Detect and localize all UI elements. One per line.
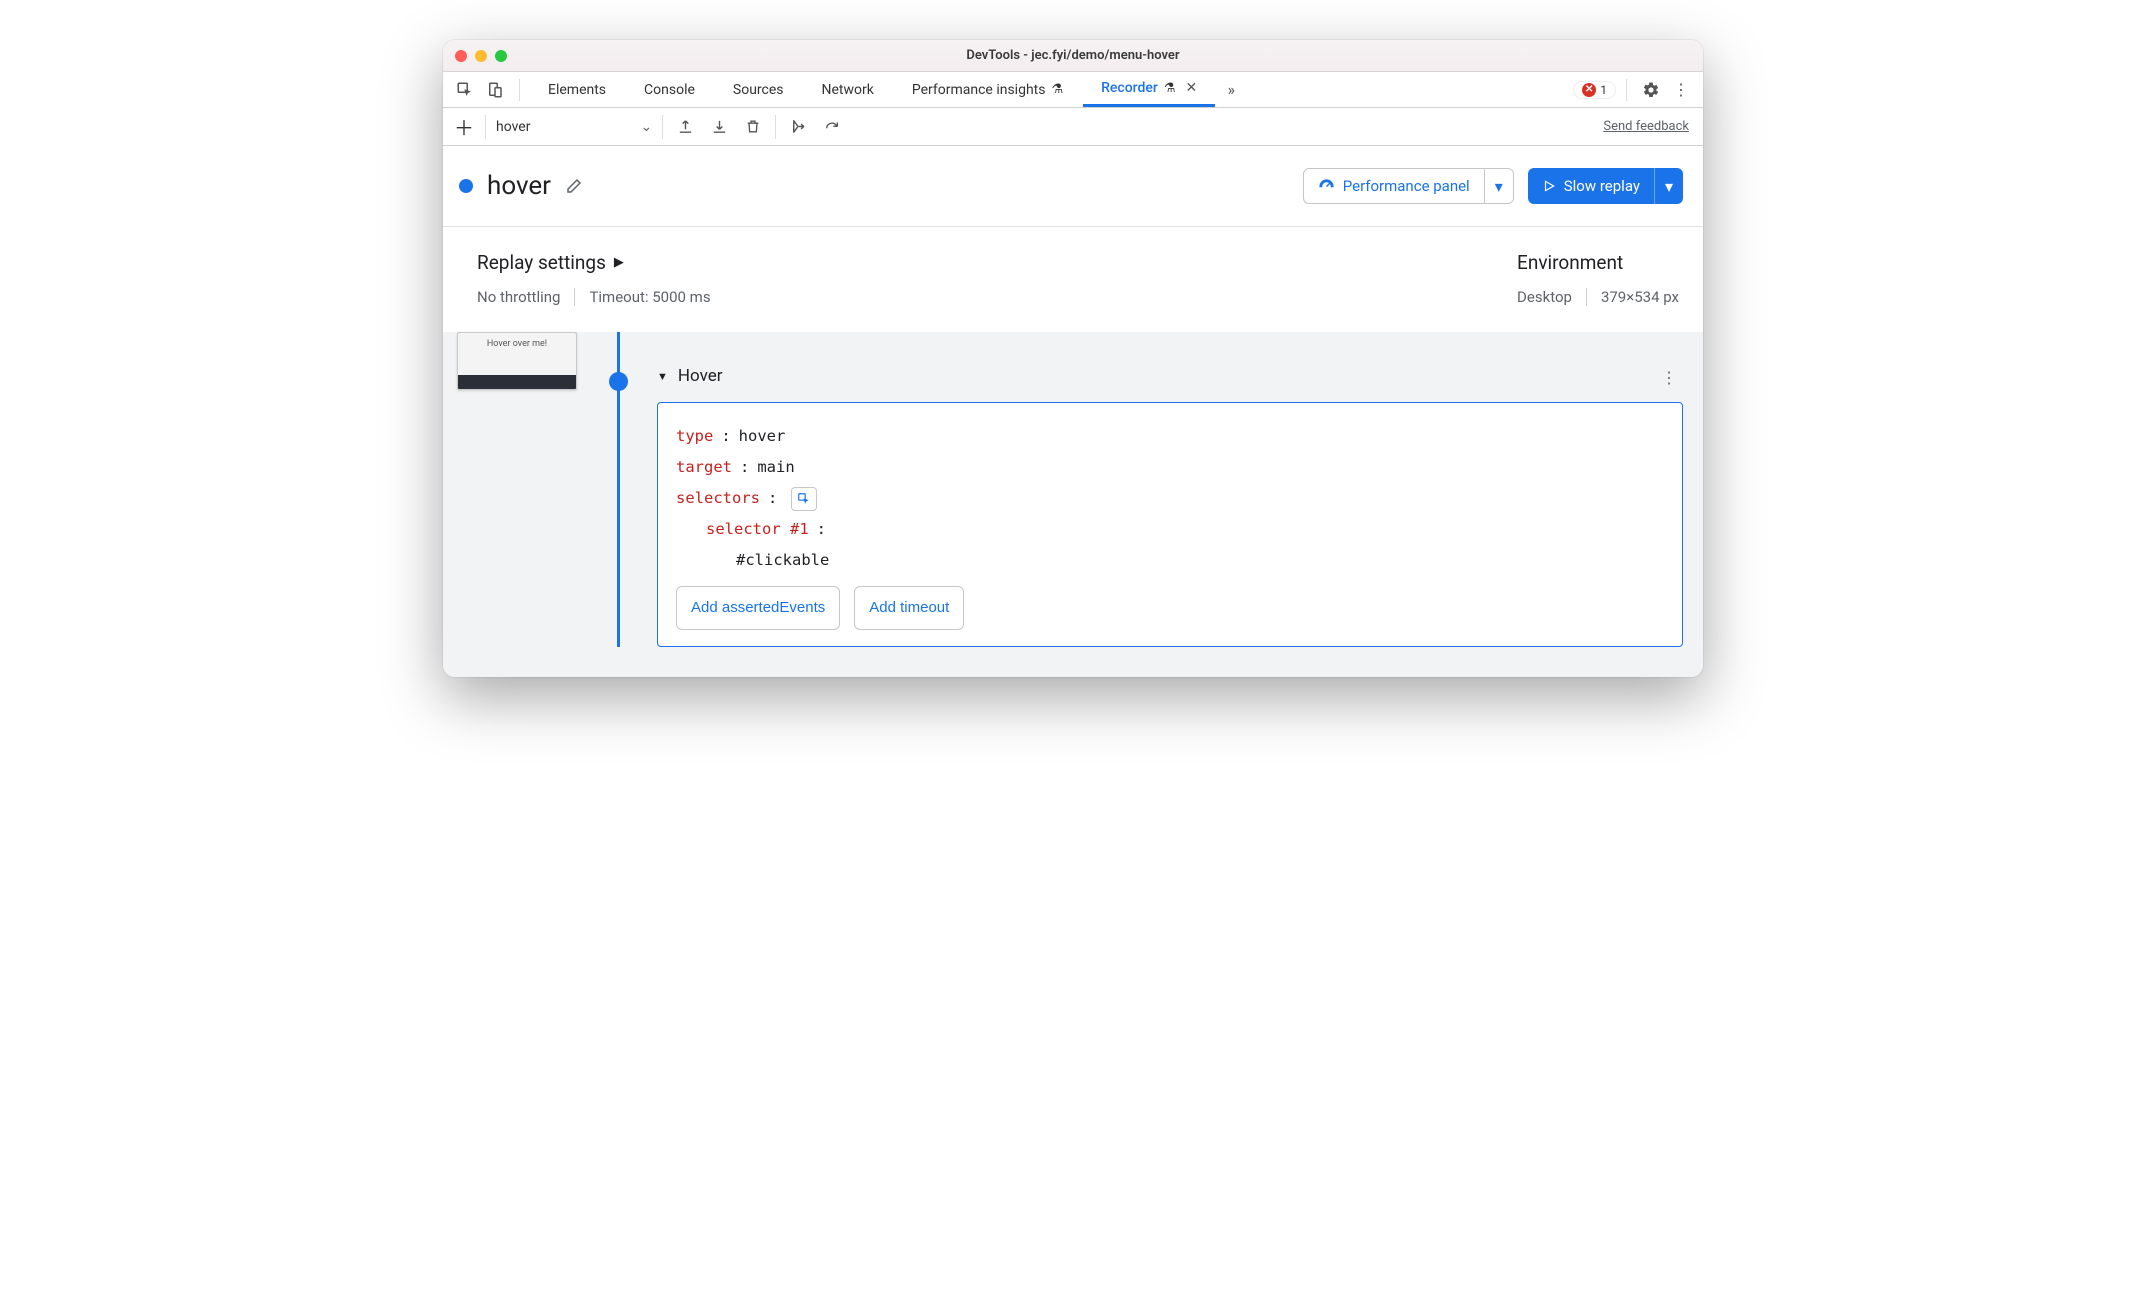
- settings-icon[interactable]: [1637, 76, 1665, 104]
- recording-actions: Performance panel ▾ Slow replay ▾: [1303, 168, 1683, 204]
- step-title: Hover: [678, 366, 723, 386]
- environment-settings: Environment Desktop 379×534 px: [1517, 251, 1679, 306]
- add-asserted-events-button[interactable]: Add assertedEvents: [676, 586, 840, 630]
- recording-header: hover Performance panel ▾ Slow replay ▾: [443, 146, 1703, 227]
- flask-icon: ⚗: [1051, 82, 1063, 97]
- tab-label: Elements: [548, 82, 606, 98]
- step-selectors-row: selectors:: [676, 483, 1664, 514]
- send-feedback-link[interactable]: Send feedback: [1603, 119, 1689, 134]
- play-icon: [1542, 179, 1556, 193]
- device-toolbar-icon[interactable]: [481, 76, 509, 104]
- step-details-card: type: hover target: main selectors: sele…: [657, 402, 1683, 647]
- timeline-column: ⋮ ▼ Hover type: hover target: main selec…: [587, 332, 1683, 647]
- recorder-toolbar: ＋ hover ⌄ Send feedback: [443, 108, 1703, 146]
- steps-area: Hover over me! ⋮ ▼ Hover type: hover tar…: [443, 332, 1703, 677]
- inspect-element-icon[interactable]: [451, 76, 479, 104]
- timeout-value: Timeout: 5000 ms: [589, 288, 710, 306]
- replay-settings: Replay settings ▶ No throttling Timeout:…: [477, 251, 711, 306]
- divider: [1586, 288, 1587, 306]
- panel-tabbar: Elements Console Sources Network Perform…: [443, 72, 1703, 108]
- error-icon: ✕: [1582, 83, 1596, 97]
- tab-network[interactable]: Network: [804, 72, 892, 107]
- new-recording-button[interactable]: ＋: [453, 112, 475, 141]
- recording-dropdown[interactable]: hover ⌄: [496, 119, 652, 135]
- viewport-value: 379×534 px: [1601, 288, 1679, 306]
- error-count-badge[interactable]: ✕ 1: [1573, 81, 1616, 99]
- gauge-icon: [1318, 178, 1335, 195]
- step-body: ▼ Hover type: hover target: main selecto…: [657, 332, 1683, 647]
- add-timeout-button[interactable]: Add timeout: [854, 586, 964, 630]
- import-icon[interactable]: [707, 115, 731, 139]
- step-over-icon[interactable]: [786, 115, 810, 139]
- slow-replay-main[interactable]: Slow replay: [1528, 168, 1654, 204]
- tab-console[interactable]: Console: [626, 72, 713, 107]
- step-header[interactable]: ▼ Hover: [657, 366, 1683, 386]
- selector-1-value[interactable]: #clickable: [676, 545, 1664, 576]
- tab-performance-insights[interactable]: Performance insights ⚗: [894, 72, 1081, 107]
- flask-icon: ⚗: [1164, 81, 1176, 96]
- selector-1-row: selector #1:: [676, 514, 1664, 545]
- divider: [662, 115, 663, 139]
- tab-label: Network: [822, 82, 874, 98]
- divider: [574, 288, 575, 306]
- replay-settings-heading[interactable]: Replay settings ▶: [477, 251, 711, 274]
- chevron-right-icon: ▶: [614, 255, 624, 270]
- export-icon[interactable]: [673, 115, 697, 139]
- performance-panel-button[interactable]: Performance panel ▾: [1303, 168, 1514, 204]
- divider: [519, 79, 520, 101]
- divider: [775, 115, 776, 139]
- slow-replay-dropdown[interactable]: ▾: [1654, 168, 1683, 204]
- tab-label: Sources: [733, 82, 784, 98]
- step-target-row: target: main: [676, 452, 1664, 483]
- tab-label: Recorder: [1101, 80, 1158, 96]
- step-more-menu-icon[interactable]: ⋮: [1661, 368, 1677, 387]
- recording-name: hover: [496, 119, 530, 135]
- thumbnail-column: Hover over me!: [457, 332, 587, 647]
- redo-icon[interactable]: [820, 115, 844, 139]
- performance-panel-dropdown[interactable]: ▾: [1484, 169, 1513, 203]
- recording-title: hover: [487, 171, 551, 201]
- settings-row: Replay settings ▶ No throttling Timeout:…: [443, 227, 1703, 332]
- edit-title-icon[interactable]: [565, 177, 583, 195]
- step-type-row: type: hover: [676, 421, 1664, 452]
- button-label: Slow replay: [1564, 177, 1640, 195]
- error-count: 1: [1600, 83, 1607, 97]
- recording-title-group: hover: [459, 171, 583, 201]
- divider: [1626, 79, 1627, 101]
- recording-status-dot: [459, 179, 473, 193]
- tab-recorder[interactable]: Recorder ⚗ ✕: [1083, 72, 1215, 107]
- throttling-value: No throttling: [477, 288, 560, 306]
- step-actions: Add assertedEvents Add timeout: [676, 586, 1664, 630]
- tab-label: Console: [644, 82, 695, 98]
- titlebar: DevTools - jec.fyi/demo/menu-hover: [443, 40, 1703, 72]
- button-label: Performance panel: [1343, 177, 1470, 195]
- more-tabs-icon[interactable]: »: [1217, 76, 1245, 104]
- devtools-window: DevTools - jec.fyi/demo/menu-hover Eleme…: [443, 40, 1703, 677]
- tab-sources[interactable]: Sources: [715, 72, 802, 107]
- divider: [485, 115, 486, 139]
- performance-panel-main[interactable]: Performance panel: [1304, 169, 1484, 203]
- delete-icon[interactable]: [741, 115, 765, 139]
- more-menu-icon[interactable]: ⋮: [1667, 76, 1695, 104]
- collapse-icon: ▼: [657, 370, 668, 383]
- close-tab-icon[interactable]: ✕: [1186, 80, 1198, 96]
- environment-heading: Environment: [1517, 251, 1679, 274]
- device-value: Desktop: [1517, 288, 1572, 306]
- chevron-down-icon: ⌄: [640, 119, 652, 135]
- element-picker-icon[interactable]: [791, 487, 817, 511]
- tab-elements[interactable]: Elements: [530, 72, 624, 107]
- slow-replay-button[interactable]: Slow replay ▾: [1528, 168, 1683, 204]
- step-thumbnail[interactable]: Hover over me!: [457, 332, 577, 390]
- thumbnail-content: Hover over me!: [458, 333, 576, 389]
- tab-label: Performance insights: [912, 82, 1046, 98]
- timeline-step-marker[interactable]: [609, 372, 628, 391]
- window-title: DevTools - jec.fyi/demo/menu-hover: [443, 48, 1703, 63]
